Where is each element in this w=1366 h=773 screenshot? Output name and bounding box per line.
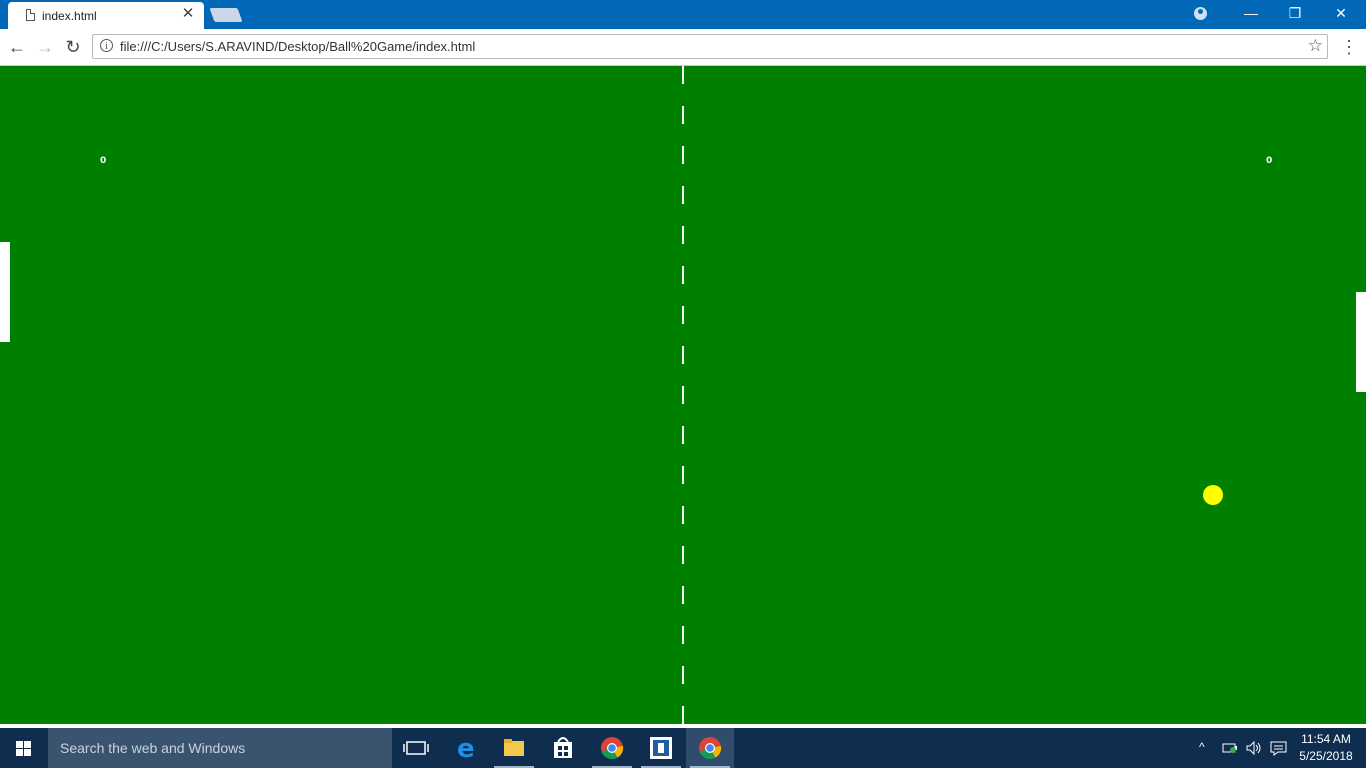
- reload-button[interactable]: ↻: [62, 36, 84, 58]
- app-button[interactable]: [637, 728, 685, 768]
- edge-button[interactable]: e: [441, 728, 489, 768]
- taskbar-search-box[interactable]: Search the web and Windows: [48, 728, 392, 768]
- minimize-button[interactable]: —: [1228, 0, 1274, 29]
- file-explorer-icon: [504, 739, 524, 756]
- right-score: 0: [1266, 156, 1273, 166]
- new-tab-button[interactable]: [209, 8, 243, 22]
- net-dash: [682, 466, 684, 484]
- net-dash: [682, 266, 684, 284]
- chrome-icon: [601, 737, 624, 760]
- store-icon: [554, 737, 572, 758]
- back-button[interactable]: ←: [6, 36, 28, 58]
- net-dash: [682, 706, 684, 724]
- file-icon: [26, 9, 35, 21]
- app-icon: [650, 737, 672, 759]
- file-explorer-button[interactable]: [490, 728, 538, 768]
- net-dash: [682, 506, 684, 524]
- profile-icon[interactable]: [1194, 7, 1207, 20]
- windows-logo-icon: [16, 741, 32, 757]
- tab-title: index.html: [42, 9, 97, 23]
- edge-icon: e: [457, 734, 475, 764]
- bookmark-star-icon[interactable]: ☆: [1308, 36, 1323, 56]
- clock-time: 11:54 AM: [1301, 732, 1351, 746]
- chrome-button[interactable]: [588, 728, 636, 768]
- restore-button[interactable]: ❐: [1272, 0, 1318, 29]
- battery-icon[interactable]: [1222, 742, 1238, 754]
- net-dash: [682, 386, 684, 404]
- left-paddle: [0, 242, 10, 342]
- right-paddle: [1356, 292, 1366, 392]
- left-score: 0: [100, 156, 107, 166]
- close-window-button[interactable]: ✕: [1318, 0, 1364, 29]
- info-icon[interactable]: i: [100, 39, 113, 52]
- net-dash: [682, 666, 684, 684]
- url-text[interactable]: file:///C:/Users/S.ARAVIND/Desktop/Ball%…: [120, 39, 475, 54]
- browser-tab[interactable]: index.html ✕: [8, 2, 204, 29]
- task-view-icon: [403, 741, 429, 755]
- browser-title-bar: index.html ✕ — ❐ ✕: [0, 0, 1366, 29]
- tab-close-icon[interactable]: ✕: [180, 6, 196, 22]
- net-dash: [682, 426, 684, 444]
- net-dash: [682, 546, 684, 564]
- start-button[interactable]: [0, 728, 48, 768]
- browser-toolbar: ← → ↻ i file:///C:/Users/S.ARAVIND/Deskt…: [0, 29, 1366, 66]
- chrome-active-button[interactable]: [686, 728, 734, 768]
- show-hidden-icons-chevron-icon[interactable]: ^: [1199, 740, 1205, 754]
- action-center-icon[interactable]: [1270, 741, 1288, 756]
- task-view-button[interactable]: [392, 728, 440, 768]
- svg-text:e: e: [457, 734, 475, 764]
- browser-menu-button[interactable]: ⋮: [1340, 36, 1358, 58]
- net-dash: [682, 626, 684, 644]
- net-dash: [682, 346, 684, 364]
- net-dash: [682, 306, 684, 324]
- address-bar[interactable]: i file:///C:/Users/S.ARAVIND/Desktop/Bal…: [92, 34, 1328, 59]
- net-dash: [682, 66, 684, 84]
- ball: [1203, 485, 1223, 505]
- net-dash: [682, 226, 684, 244]
- forward-button[interactable]: →: [34, 36, 56, 58]
- game-canvas[interactable]: 0 0: [0, 66, 1366, 724]
- net-dash: [682, 106, 684, 124]
- windows-taskbar: Search the web and Windows e ^ 11:54 AM …: [0, 728, 1366, 768]
- net-dash: [682, 146, 684, 164]
- volume-icon[interactable]: [1245, 741, 1263, 755]
- net-dash: [682, 186, 684, 204]
- chrome-icon: [699, 737, 722, 760]
- store-button[interactable]: [539, 728, 587, 768]
- clock-date: 5/25/2018: [1299, 749, 1353, 763]
- search-placeholder: Search the web and Windows: [60, 740, 246, 756]
- net-dash: [682, 586, 684, 604]
- system-clock[interactable]: 11:54 AM 5/25/2018: [1290, 731, 1362, 765]
